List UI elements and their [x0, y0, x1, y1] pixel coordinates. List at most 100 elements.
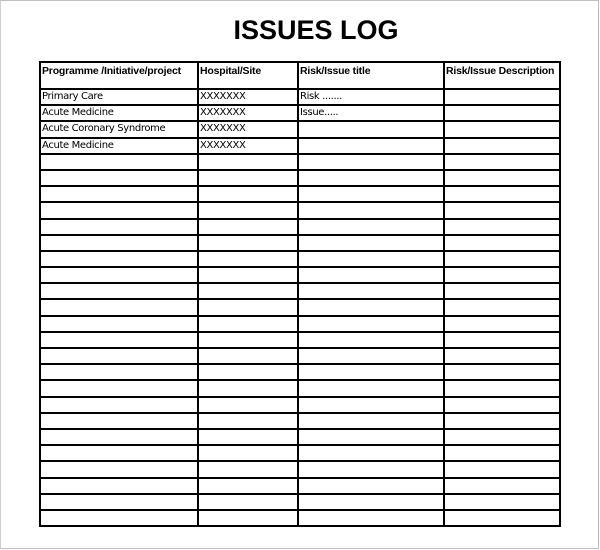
cell-risk-issue-description [443, 120, 561, 139]
cell-risk-issue-description [443, 249, 561, 269]
cell-hospital-site [197, 282, 299, 301]
cell-risk-issue-description [443, 168, 561, 188]
table-row [39, 282, 561, 301]
header-row: Programme /Initiative/project Hospital/S… [39, 61, 561, 90]
cell-risk-issue-description [443, 330, 561, 350]
cell-hospital-site [197, 330, 299, 350]
cell-risk-issue-title: Risk ....... [297, 87, 445, 107]
cell-hospital-site [197, 233, 299, 252]
cell-hospital-site [197, 266, 299, 285]
cell-risk-issue-title [297, 233, 445, 252]
cell-programme [39, 298, 199, 317]
cell-hospital-site: XXXXXXX [197, 87, 299, 107]
header-risk-issue-title: Risk/Issue title [297, 61, 445, 90]
cell-risk-issue-description [443, 476, 561, 495]
cell-risk-issue-title [297, 411, 445, 430]
cell-hospital-site [197, 249, 299, 269]
cell-risk-issue-description [443, 444, 561, 463]
cell-risk-issue-description [443, 87, 561, 107]
cell-risk-issue-description [443, 346, 561, 366]
table-row [39, 379, 561, 398]
table-row [39, 346, 561, 366]
cell-programme [39, 282, 199, 301]
table-row [39, 460, 561, 479]
cell-risk-issue-title [297, 298, 445, 317]
cell-hospital-site: XXXXXXX [197, 120, 299, 139]
cell-programme [39, 185, 199, 204]
table-row [39, 201, 561, 220]
cell-programme [39, 233, 199, 252]
cell-risk-issue-description [443, 460, 561, 479]
cell-risk-issue-title [297, 444, 445, 463]
cell-hospital-site: XXXXXXX [197, 136, 299, 155]
document-title: ISSUES LOG [233, 15, 399, 45]
table-row [39, 266, 561, 285]
cell-hospital-site [197, 508, 299, 528]
cell-programme: Primary Care [39, 87, 199, 107]
table-row [39, 330, 561, 350]
table-row: Acute Medicine XXXXXXX [39, 136, 561, 155]
cell-hospital-site [197, 217, 299, 236]
cell-programme [39, 395, 199, 414]
cell-risk-issue-title [297, 168, 445, 188]
cell-programme: Acute Medicine [39, 104, 199, 123]
cell-risk-issue-title [297, 152, 445, 171]
cell-programme [39, 363, 199, 382]
table-row [39, 233, 561, 252]
cell-hospital-site [197, 395, 299, 414]
cell-risk-issue-description [443, 298, 561, 317]
cell-programme [39, 266, 199, 285]
cell-risk-issue-title [297, 476, 445, 495]
cell-risk-issue-description [443, 395, 561, 414]
table-row [39, 411, 561, 430]
table-row: Acute Medicine XXXXXXX Issue..... [39, 104, 561, 123]
table-row: Acute Coronary Syndrome XXXXXXX [39, 120, 561, 139]
cell-risk-issue-description [443, 363, 561, 382]
table-row [39, 395, 561, 414]
cell-risk-issue-description [443, 314, 561, 333]
document-page: ISSUES LOG Programme /Initiative/project… [0, 0, 599, 549]
table-row [39, 508, 561, 528]
cell-hospital-site: XXXXXXX [197, 104, 299, 123]
table-row [39, 298, 561, 317]
cell-programme [39, 379, 199, 398]
cell-programme [39, 346, 199, 366]
cell-risk-issue-description [443, 201, 561, 220]
cell-programme [39, 492, 199, 511]
cell-programme: Acute Medicine [39, 136, 199, 155]
table-row [39, 492, 561, 511]
cell-programme: Acute Coronary Syndrome [39, 120, 199, 139]
cell-risk-issue-description [443, 282, 561, 301]
cell-programme [39, 476, 199, 495]
cell-hospital-site [197, 298, 299, 317]
cell-risk-issue-title [297, 508, 445, 528]
table-row [39, 314, 561, 333]
cell-risk-issue-title [297, 266, 445, 285]
cell-hospital-site [197, 185, 299, 204]
table-row [39, 152, 561, 171]
table-row: Primary Care XXXXXXX Risk ....... [39, 87, 561, 107]
table-row [39, 168, 561, 188]
header-risk-issue-description: Risk/Issue Description [443, 61, 561, 90]
cell-risk-issue-description [443, 185, 561, 204]
cell-risk-issue-description [443, 492, 561, 511]
cell-risk-issue-title [297, 282, 445, 301]
table-row [39, 363, 561, 382]
table-row [39, 217, 561, 236]
cell-hospital-site [197, 346, 299, 366]
cell-risk-issue-title [297, 136, 445, 155]
cell-risk-issue-title [297, 120, 445, 139]
cell-risk-issue-title [297, 379, 445, 398]
cell-risk-issue-title [297, 460, 445, 479]
cell-hospital-site [197, 411, 299, 430]
header-hospital-site: Hospital/Site [197, 61, 299, 90]
cell-risk-issue-title: Issue..... [297, 104, 445, 123]
cell-programme [39, 249, 199, 269]
cell-hospital-site [197, 444, 299, 463]
cell-programme [39, 314, 199, 333]
cell-risk-issue-description [443, 427, 561, 447]
cell-programme [39, 411, 199, 430]
cell-hospital-site [197, 363, 299, 382]
cell-risk-issue-description [443, 411, 561, 430]
cell-risk-issue-title [297, 395, 445, 414]
